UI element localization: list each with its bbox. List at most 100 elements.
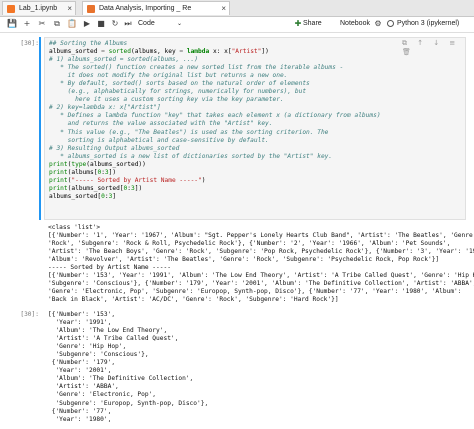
code-token: type xyxy=(71,160,87,168)
code-token: sorting is alphabetical and case-sensiti… xyxy=(49,136,269,144)
kernel-name[interactable]: Python 3 (ipykernel) xyxy=(397,19,459,29)
code-token: # 3) Resulting Output albums_sorted xyxy=(49,144,180,152)
code-line: * The sorted() function creates a new so… xyxy=(49,64,381,72)
tab-label: Data Analysis, Importing _ Re xyxy=(99,5,192,12)
code-token: print xyxy=(49,176,68,184)
code-token: ]) xyxy=(108,168,117,176)
output-line: [{'Number': '1', 'Year': '1967', 'Album'… xyxy=(48,232,474,240)
code-token: = xyxy=(101,48,109,56)
output-line: 'Artist': 'The Beach Boys', 'Genre': 'Ro… xyxy=(48,248,474,256)
output-line: [{'Number': '153', xyxy=(48,311,116,318)
output-line: {'Number': '77', xyxy=(48,407,112,415)
stop-icon[interactable]: ■ xyxy=(95,18,107,30)
close-icon[interactable]: × xyxy=(67,2,72,15)
code-token: albums_sorted[ xyxy=(49,192,102,200)
code-token: and returns the value associated with th… xyxy=(49,120,273,128)
save-icon[interactable]: 💾 xyxy=(6,18,18,30)
output-line: 'Genre': 'Hip Hop', xyxy=(48,343,127,351)
output-line: 'Artist': 'A Tribe Called Quest', xyxy=(48,335,179,343)
code-line: # 3) Resulting Output albums_sorted xyxy=(49,145,381,153)
tab-lab-1[interactable]: Lab_1.ipynb × xyxy=(2,1,76,15)
code-line: sorting is alphabetical and case-sensiti… xyxy=(49,137,381,145)
code-token: "----- Sorted by Artist Name -----" xyxy=(71,176,202,184)
cut-icon[interactable]: ✂ xyxy=(36,18,48,30)
output-line: 'Artist': 'ABBA', xyxy=(48,383,119,391)
output-line: {'Number': '179', xyxy=(48,359,116,367)
notebook-icon xyxy=(87,5,95,13)
code-token: # 1) albums_sorted = sorted(albums, ...) xyxy=(49,56,199,64)
code-token: (albums_sorted[ xyxy=(67,184,124,192)
copy-icon[interactable]: ⧉ xyxy=(51,18,63,30)
code-token: * Defines a lambda function "key" that t… xyxy=(49,112,381,120)
output-line: 'Album': 'The Definitive Collection', xyxy=(48,375,194,383)
code-line: # 1) albums_sorted = sorted(albums, ...) xyxy=(49,56,381,64)
output-line: [{'Number': '153', 'Year': '1991', 'Albu… xyxy=(48,272,474,280)
share-button[interactable]: Share xyxy=(303,19,322,29)
code-token: ) xyxy=(201,176,206,184)
notebook-icon xyxy=(7,5,15,13)
code-token: x: x[ xyxy=(212,48,232,56)
code-line: * This value (e.g., "The Beatles") is us… xyxy=(49,129,381,137)
code-token: (e.g., alphabetically for strings, numer… xyxy=(49,88,307,96)
tab-data-analysis[interactable]: Data Analysis, Importing _ Re × xyxy=(82,1,230,15)
run-icon[interactable]: ▶ xyxy=(81,18,93,30)
code-token: ]) xyxy=(261,48,269,56)
output-line: 'Year': '2001', xyxy=(48,367,112,375)
output-line: 'Year': '1980', xyxy=(48,415,112,423)
code-token: (albums, key xyxy=(130,48,180,56)
code-token: * This value (e.g., "The Beatles") is us… xyxy=(49,128,329,136)
code-token: "Artist" xyxy=(231,48,262,56)
code-token: (albums_sorted)) xyxy=(86,160,146,168)
close-icon[interactable]: × xyxy=(221,2,226,15)
tab-bar: Lab_1.ipynb × Data Analysis, Importing _… xyxy=(0,0,474,17)
cell-toolbar[interactable]: ⧉ ↑ ↓ ≡ 🗑 xyxy=(402,39,462,56)
code-line: albums_sorted[0:3] xyxy=(49,193,381,201)
code-token: print xyxy=(49,160,68,168)
restart-icon[interactable]: ↻ xyxy=(109,18,121,30)
kernel-status-icon xyxy=(387,20,394,27)
code-token: ]) xyxy=(134,184,143,192)
code-line: print(type(albums_sorted)) xyxy=(49,161,381,169)
code-line: and returns the value associated with th… xyxy=(49,120,381,128)
paste-icon[interactable]: 📋 xyxy=(66,18,78,30)
code-token: ] xyxy=(112,192,117,200)
tab-label: Lab_1.ipynb xyxy=(19,5,58,12)
output-line: 'Rock', 'Subgenre': 'Rock & Roll, Psyche… xyxy=(48,240,451,248)
code-token: print xyxy=(49,168,68,176)
output-line: 'Album': 'The Low End Theory', xyxy=(48,327,168,335)
cell-type-select[interactable]: Code ⌄ xyxy=(136,19,184,29)
output-line: 'Genre': 'Electronic, Pop', 'Subgenre': … xyxy=(48,288,462,296)
code-line: * albums_sorted is a new list of diction… xyxy=(49,153,381,161)
code-editor[interactable]: ## Sorting the Albums albums_sorted = sor… xyxy=(49,40,381,201)
code-token: ## Sorting the Albums xyxy=(49,40,128,47)
code-line: print(albums[0:3]) xyxy=(49,169,381,177)
fast-forward-icon[interactable]: ⏭ xyxy=(122,18,134,30)
code-token: print xyxy=(49,184,68,192)
stdout-output: <class 'list'> [{'Number': '1', 'Year': '… xyxy=(48,224,474,304)
code-token: * By default, sorted() sorts based on th… xyxy=(49,80,310,88)
output-line: 'Album': 'Revolver', 'Artist': 'The Beat… xyxy=(48,256,440,264)
output-prompt: [30]: xyxy=(20,311,39,318)
code-cell-input[interactable]: ## Sorting the Albums albums_sorted = sor… xyxy=(44,37,466,220)
code-line: ## Sorting the Albums xyxy=(49,40,381,48)
code-token: albums_sorted xyxy=(49,48,102,56)
code-token: # 2) key=lambda x: x["Artist"] xyxy=(49,104,161,112)
code-token: it does not modify the original list but… xyxy=(49,72,288,80)
bug-icon[interactable]: ⚙ xyxy=(372,18,384,30)
output-line: 'Subgenre': 'Conscious'}, xyxy=(48,351,149,359)
notebook-toolbar: 💾 + ✂ ⧉ 📋 ▶ ■ ↻ ⏭ Code ⌄ ✚ Share Noteboo… xyxy=(0,17,474,33)
code-token: (albums[ xyxy=(67,168,98,176)
cell-type-value: Code xyxy=(138,20,155,27)
code-line: albums_sorted = sorted(albums, key = lam… xyxy=(49,48,381,56)
code-token: sorted xyxy=(108,48,131,56)
code-token: * The sorted() function creates a new so… xyxy=(49,64,344,72)
output-line: 'Year': '1991', xyxy=(48,319,112,327)
code-token: here it uses a custom sorting key via th… xyxy=(49,96,284,104)
add-cell-icon[interactable]: + xyxy=(21,18,33,30)
output-line: 'Subgenre': 'Conscious'}, {'Number': '17… xyxy=(48,280,474,288)
result-output: [{'Number': '153', 'Year': '1991', 'Albu… xyxy=(48,311,208,424)
input-prompt: [30]: xyxy=(20,40,39,47)
output-line: <class 'list'> xyxy=(48,224,101,231)
notebook-button[interactable]: Notebook xyxy=(340,19,370,29)
output-line: 'Genre': 'Electronic, Pop', xyxy=(48,391,157,399)
